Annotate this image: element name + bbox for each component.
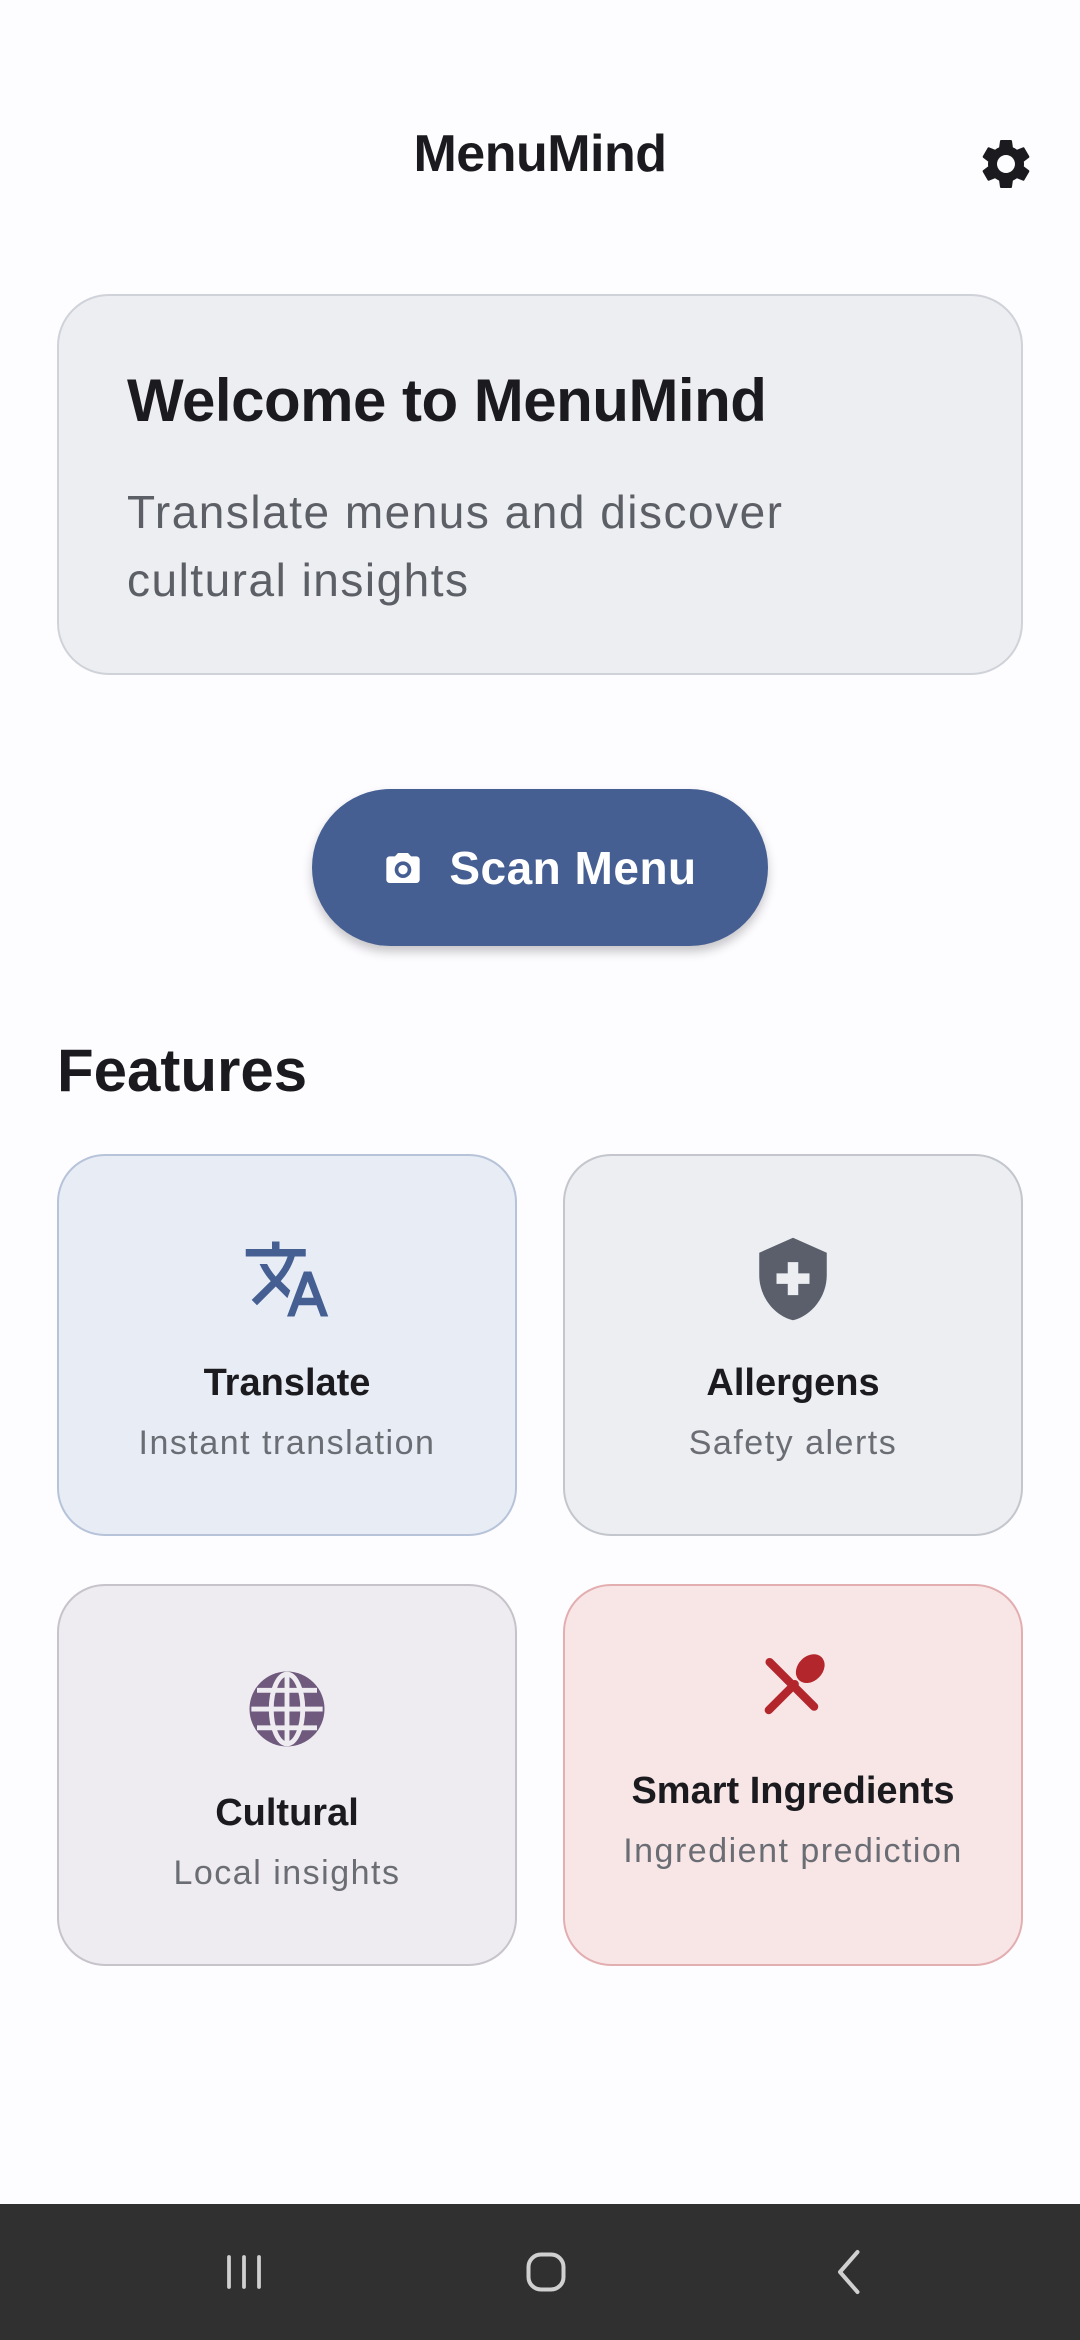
feature-description: Ingredient prediction [623,1832,963,1870]
feature-card-allergens[interactable]: Allergens Safety alerts [563,1154,1023,1536]
welcome-subtitle: Translate menus and discover cultural in… [127,486,784,606]
gear-icon [982,139,1030,188]
app-screen: MenuMind Welcome to MenuMind Translate m… [0,0,1080,2340]
globe-icon [249,1671,325,1747]
settings-button[interactable] [966,124,1046,204]
feature-title: Allergens [706,1362,880,1404]
home-button[interactable] [496,2234,596,2310]
recents-icon [227,2255,261,2289]
feature-title: Translate [203,1362,371,1404]
feature-description: Instant translation [138,1424,436,1462]
scan-menu-button[interactable]: Scan Menu [312,789,768,946]
feature-description: Local insights [173,1854,401,1892]
feature-card-smart-ingredients[interactable]: Smart Ingredients Ingredient prediction [563,1584,1023,1966]
utensils-icon [764,1654,825,1715]
app-title: MenuMind [413,125,667,183]
welcome-card: Welcome to MenuMind Translate menus and … [57,294,1023,675]
app-bar: MenuMind [0,110,1080,210]
feature-card-cultural[interactable]: Cultural Local insights [57,1584,517,1966]
system-nav-bar [0,2204,1080,2340]
shield-plus-icon [759,1237,827,1321]
feature-title: Smart Ingredients [631,1770,955,1812]
back-button[interactable] [800,2234,900,2310]
translate-icon [245,1241,329,1317]
features-heading: Features [57,1037,308,1104]
feature-title: Cultural [215,1792,359,1834]
home-icon [526,2252,566,2292]
camera-icon [386,852,420,883]
back-icon [838,2250,860,2294]
feature-card-translate[interactable]: Translate Instant translation [57,1154,517,1536]
feature-description: Safety alerts [688,1424,898,1462]
scan-menu-label: Scan Menu [449,841,697,894]
recents-button[interactable] [194,2234,294,2310]
welcome-title: Welcome to MenuMind [127,367,767,434]
